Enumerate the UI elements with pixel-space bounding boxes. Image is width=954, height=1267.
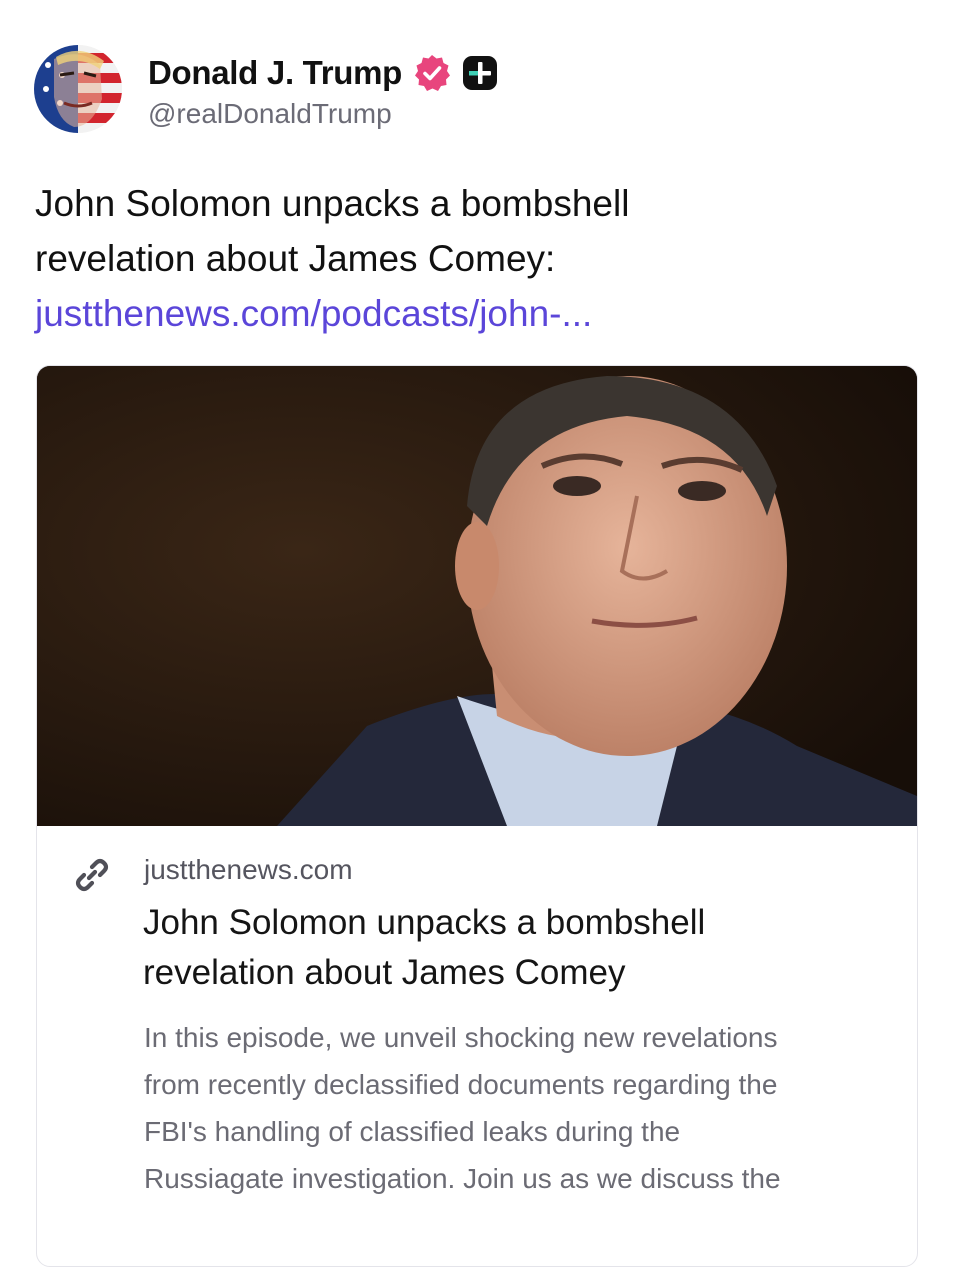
post-link[interactable]: justthenews.com/podcasts/john-... bbox=[35, 286, 915, 341]
plus-badge-icon bbox=[463, 56, 498, 90]
post-text-line: John Solomon unpacks a bombshell bbox=[35, 183, 630, 224]
card-title-line: revelation about James Comey bbox=[143, 953, 626, 992]
card-description-line: FBI's handling of classified leaks durin… bbox=[144, 1116, 681, 1147]
card-photo bbox=[37, 366, 917, 826]
card-preview-image[interactable] bbox=[37, 366, 917, 826]
card-title[interactable]: John Solomon unpacks a bombshell revelat… bbox=[143, 898, 883, 998]
verified-badge-icon bbox=[415, 55, 451, 91]
link-icon bbox=[75, 858, 109, 892]
avatar[interactable] bbox=[34, 45, 122, 133]
post-text: John Solomon unpacks a bombshell revelat… bbox=[35, 176, 915, 341]
card-description-line: In this episode, we unveil shocking new … bbox=[144, 1022, 778, 1053]
card-title-line: John Solomon unpacks a bombshell bbox=[143, 903, 706, 942]
avatar-image bbox=[34, 45, 122, 133]
post-text-line: revelation about James Comey: bbox=[35, 238, 556, 279]
author-name-row: Donald J. Trump bbox=[148, 50, 498, 96]
card-description: In this episode, we unveil shocking new … bbox=[144, 1014, 904, 1202]
author-display-name[interactable]: Donald J. Trump bbox=[148, 54, 402, 92]
card-description-line: from recently declassified documents reg… bbox=[144, 1069, 778, 1100]
link-preview-card[interactable]: justthenews.com John Solomon unpacks a b… bbox=[36, 365, 918, 1267]
card-description-line: Russiagate investigation. Join us as we … bbox=[144, 1163, 781, 1194]
card-domain: justthenews.com bbox=[144, 854, 353, 885]
author-handle[interactable]: @realDonaldTrump bbox=[148, 98, 392, 130]
